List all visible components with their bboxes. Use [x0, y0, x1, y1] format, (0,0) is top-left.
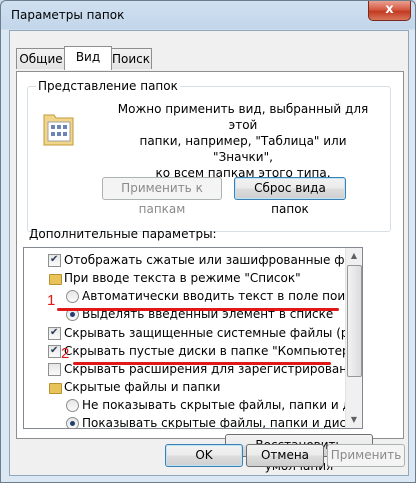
radio-icon[interactable]	[66, 399, 79, 412]
description-line-2: папки, например, "Таблица" или "Значки",	[139, 134, 347, 164]
scroll-up-icon[interactable]: ▲	[346, 248, 362, 264]
description-line-1: Можно применить вид, выбранный для этой	[117, 102, 369, 132]
dialog-window: Параметры папок x Общие Вид Поиск Предст…	[0, 0, 416, 483]
apply-to-folders-button[interactable]: Применить к папкам	[102, 177, 222, 216]
annotation-underline-1	[57, 308, 339, 311]
folder-view-group: Представление папок Можно применить вид,…	[27, 79, 391, 232]
folder-view-icon	[43, 114, 74, 146]
tab-view[interactable]: Вид	[64, 46, 112, 70]
list-item-label: При вводе текста в режиме "Список"	[64, 271, 301, 285]
checkbox-icon[interactable]	[48, 363, 61, 376]
close-button[interactable]: x	[368, 1, 411, 21]
annotation-marker-1: 1	[47, 292, 56, 309]
vertical-scrollbar[interactable]: ▲ ▼	[345, 248, 362, 428]
list-item-label: Скрытые файлы и папки	[64, 380, 221, 394]
list-item-label: Показывать скрытые файлы, папки и диски	[82, 416, 362, 429]
dialog-client-area: Общие Вид Поиск Представление папок Можн…	[9, 30, 409, 476]
folder-icon	[49, 383, 62, 394]
radio-icon[interactable]	[66, 290, 79, 303]
list-item-label: Скрывать защищенные системные файлы (рек…	[64, 326, 362, 340]
advanced-settings-list[interactable]: Отображать сжатые или зашифрованные файл…	[23, 247, 363, 429]
list-item-label: Отображать сжатые или зашифрованные файл…	[64, 253, 362, 267]
list-item-label: Скрывать пустые диски в папке "Компьютер…	[64, 344, 356, 358]
scrollbar-thumb[interactable]	[347, 265, 362, 377]
apply-button[interactable]: Применить	[327, 444, 405, 467]
ok-button[interactable]: OK	[165, 444, 243, 467]
folder-view-description: Можно применить вид, выбранный для этой …	[108, 101, 378, 181]
advanced-settings-label: Дополнительные параметры:	[29, 227, 217, 241]
folder-view-legend: Представление папок	[36, 79, 180, 93]
annotation-marker-2: 2	[61, 345, 70, 362]
window-title: Параметры папок	[11, 8, 125, 22]
checkbox-icon[interactable]	[48, 343, 61, 359]
cancel-button[interactable]: Отмена	[246, 444, 324, 467]
list-item-label: Не показывать скрытые файлы, папки и дис…	[82, 398, 363, 412]
checkbox-icon[interactable]	[48, 252, 61, 268]
tab-search[interactable]: Поиск	[110, 48, 152, 69]
scroll-down-icon[interactable]: ▼	[346, 412, 362, 428]
tab-general[interactable]: Общие	[16, 48, 66, 69]
tab-panel-view: Представление папок Можно применить вид,…	[16, 71, 404, 473]
reset-folders-button[interactable]: Сброс вида папок	[234, 177, 346, 216]
radio-icon[interactable]	[66, 417, 79, 428]
annotation-underline-2	[73, 362, 331, 365]
checkbox-icon[interactable]	[48, 325, 61, 341]
list-item-label: Автоматически вводить текст в поле поиск…	[82, 289, 363, 303]
folder-icon	[49, 274, 62, 285]
